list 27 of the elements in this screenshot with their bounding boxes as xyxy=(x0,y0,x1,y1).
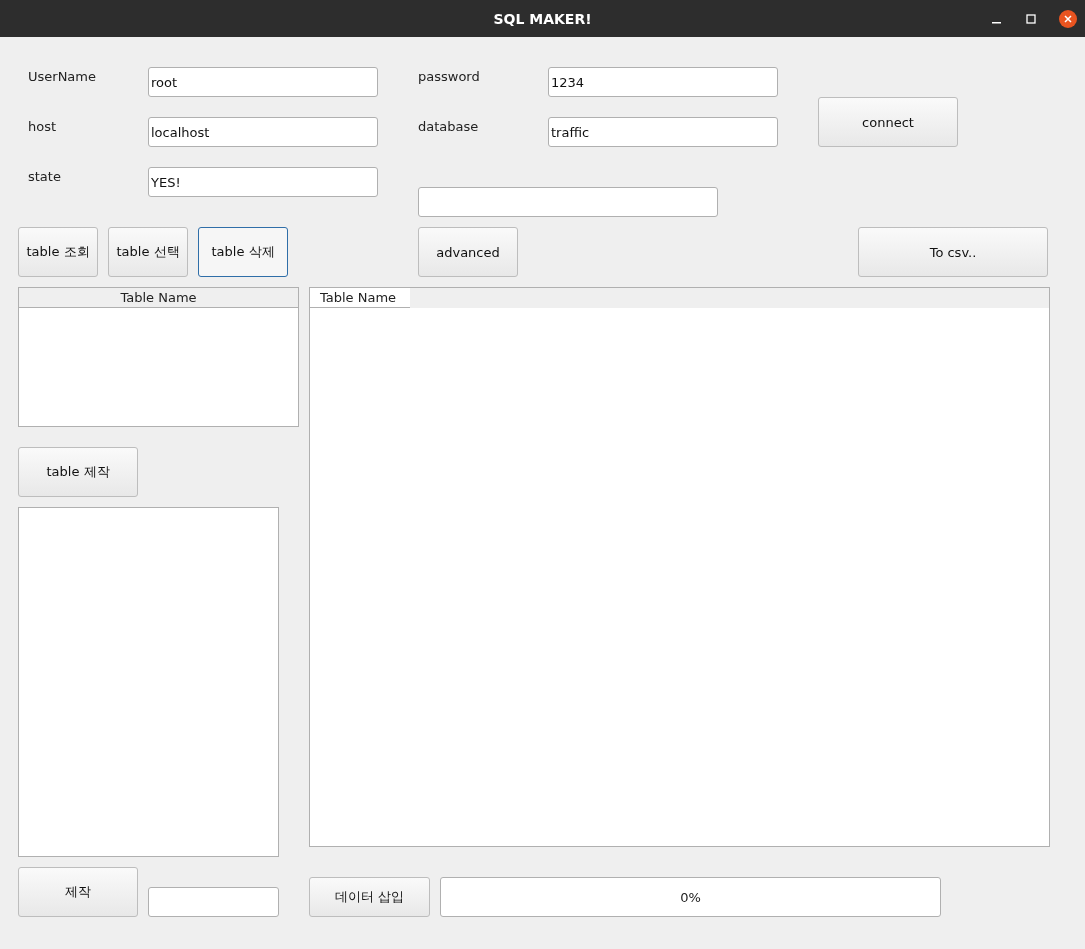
progress-reading: 0% xyxy=(680,889,701,905)
field-label: host xyxy=(28,118,58,134)
input-field[interactable] xyxy=(418,187,718,217)
input-field[interactable]: localhost xyxy=(148,117,378,147)
column-header: Table Name xyxy=(19,288,298,308)
column-header: Table Name xyxy=(310,288,410,308)
connect-button[interactable]: connect xyxy=(818,97,958,147)
table-button[interactable]: table 선택 xyxy=(108,227,188,277)
field-label: database xyxy=(418,118,480,134)
input-field[interactable] xyxy=(148,887,279,917)
field-label: UserName xyxy=(28,68,97,84)
maximize-icon[interactable] xyxy=(1025,13,1037,25)
csv-button[interactable]: To csv.. xyxy=(858,227,1048,277)
create-table-button[interactable]: table 제작 xyxy=(18,447,138,497)
input-field[interactable]: 1234 xyxy=(548,67,778,97)
field-label: state xyxy=(28,168,62,184)
field-label: password xyxy=(418,68,481,84)
close-icon[interactable] xyxy=(1059,10,1077,28)
table-button[interactable]: table 삭제 xyxy=(198,227,288,277)
input-field[interactable]: root xyxy=(148,67,378,97)
input-field[interactable]: YES! xyxy=(148,167,378,197)
table-button[interactable]: table 조회 xyxy=(18,227,98,277)
insert-data-button[interactable]: 데이터 삽입 xyxy=(309,877,430,917)
make-button[interactable]: 제작 xyxy=(18,867,138,917)
advanced-button[interactable]: advanced xyxy=(418,227,518,277)
input-field[interactable]: traffic xyxy=(548,117,778,147)
window-title: SQL MAKER! xyxy=(493,10,592,27)
